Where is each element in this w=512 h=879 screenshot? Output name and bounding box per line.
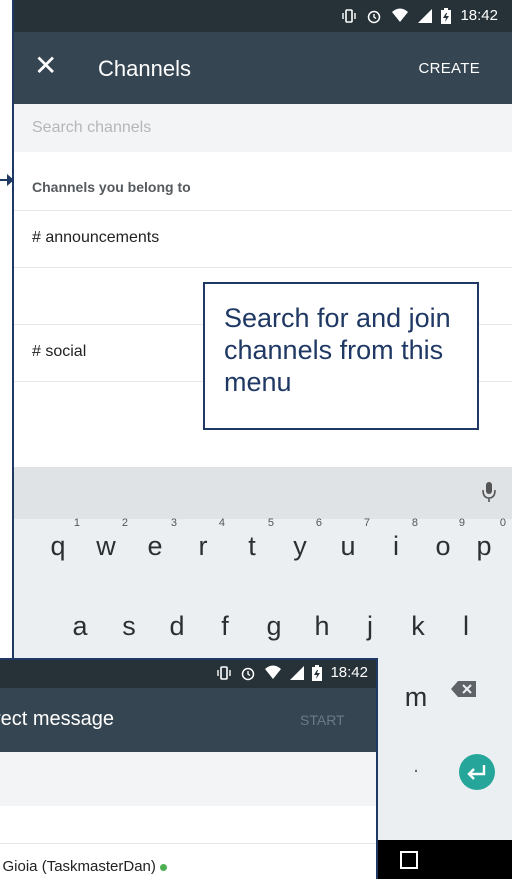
backspace-icon[interactable] <box>450 679 478 699</box>
page-title: Channels <box>98 56 191 81</box>
key-q[interactable]: q1 <box>38 517 80 562</box>
wifi-icon <box>265 665 282 679</box>
key-hint: 8 <box>411 517 418 529</box>
user-name: n Gioia (TaskmasterDan) <box>0 858 156 875</box>
key-hint: 1 <box>73 517 80 529</box>
enter-icon <box>467 765 486 780</box>
key-j[interactable]: j <box>350 611 390 642</box>
search-input[interactable] <box>32 104 492 152</box>
key-period[interactable]: . <box>396 755 436 778</box>
user-list-item[interactable]: n Gioia (TaskmasterDan) <box>0 858 167 875</box>
key-g[interactable]: g <box>254 611 294 642</box>
key-k[interactable]: k <box>398 611 438 642</box>
search-bar[interactable] <box>0 752 378 806</box>
key-char: r <box>198 531 208 561</box>
callout-text: Search for and join channels from this m… <box>224 303 451 397</box>
key-hint: 7 <box>363 517 370 529</box>
close-icon[interactable]: ✕ <box>34 52 57 80</box>
key-y[interactable]: y6 <box>280 517 322 562</box>
key-w[interactable]: w2 <box>86 517 128 562</box>
online-status-icon <box>159 863 167 871</box>
status-time: 18:42 <box>460 7 498 24</box>
recent-apps-icon[interactable] <box>400 851 418 869</box>
key-hint: 5 <box>267 517 274 529</box>
vibrate-icon <box>217 665 232 680</box>
key-hint: 6 <box>315 517 322 529</box>
key-r[interactable]: r4 <box>183 517 226 562</box>
status-bar: 18:42 <box>0 658 378 688</box>
alarm-icon <box>368 10 381 23</box>
channel-label: # social <box>32 343 87 360</box>
status-bar: 18:42 <box>12 0 512 32</box>
app-bar: ✕ Channels CREATE <box>12 32 512 104</box>
key-d[interactable]: d <box>157 611 197 642</box>
keyboard-suggestion-bar <box>12 467 512 519</box>
direct-message-screen: 18:42 rect message START n Gioia (Taskma… <box>0 658 378 879</box>
channel-label: # announcements <box>32 229 160 246</box>
key-hint: 9 <box>458 517 465 529</box>
key-hint: 3 <box>170 517 177 529</box>
key-char: p <box>476 531 492 561</box>
key-char: i <box>393 531 399 561</box>
signal-icon <box>290 665 305 680</box>
app-bar: rect message START <box>0 688 378 752</box>
section-title: Channels you belong to <box>32 179 191 195</box>
key-hint: 2 <box>121 517 128 529</box>
battery-icon <box>441 7 452 24</box>
key-hint: 0 <box>499 517 506 529</box>
key-o[interactable]: o9 <box>423 517 465 562</box>
microphone-icon[interactable] <box>482 481 496 503</box>
key-t[interactable]: t5 <box>232 517 274 562</box>
key-a[interactable]: a <box>60 611 100 642</box>
search-bar <box>12 104 512 152</box>
start-button[interactable]: START <box>300 712 345 728</box>
enter-key[interactable] <box>459 754 495 790</box>
key-char: w <box>96 531 116 561</box>
key-char: u <box>340 531 356 561</box>
key-f[interactable]: f <box>205 611 245 642</box>
key-h[interactable]: h <box>302 611 342 642</box>
key-char: t <box>248 531 256 561</box>
key-u[interactable]: u7 <box>328 517 370 562</box>
key-l[interactable]: l <box>446 611 486 642</box>
key-char: y <box>293 531 307 561</box>
key-p[interactable]: p0 <box>464 517 506 562</box>
section-header: Channels you belong to <box>12 164 512 211</box>
create-button[interactable]: CREATE <box>418 60 480 77</box>
key-char: o <box>435 531 451 561</box>
key-char: q <box>50 531 66 561</box>
channel-row-announcements[interactable]: # announcements <box>12 211 512 268</box>
battery-icon <box>312 664 323 681</box>
signal-icon <box>418 8 433 23</box>
page-title: rect message <box>0 708 115 730</box>
key-s[interactable]: s <box>109 611 149 642</box>
alarm-icon <box>242 667 255 680</box>
tutorial-callout: Search for and join channels from this m… <box>203 282 479 430</box>
divider <box>0 843 378 844</box>
key-char: e <box>147 531 163 561</box>
key-i[interactable]: i8 <box>376 517 418 562</box>
status-time: 18:42 <box>330 664 368 681</box>
key-hint: 4 <box>218 517 225 529</box>
key-m[interactable]: m <box>396 682 436 713</box>
wifi-icon <box>392 8 409 22</box>
vibrate-icon <box>342 8 357 23</box>
key-e[interactable]: e3 <box>135 517 177 562</box>
